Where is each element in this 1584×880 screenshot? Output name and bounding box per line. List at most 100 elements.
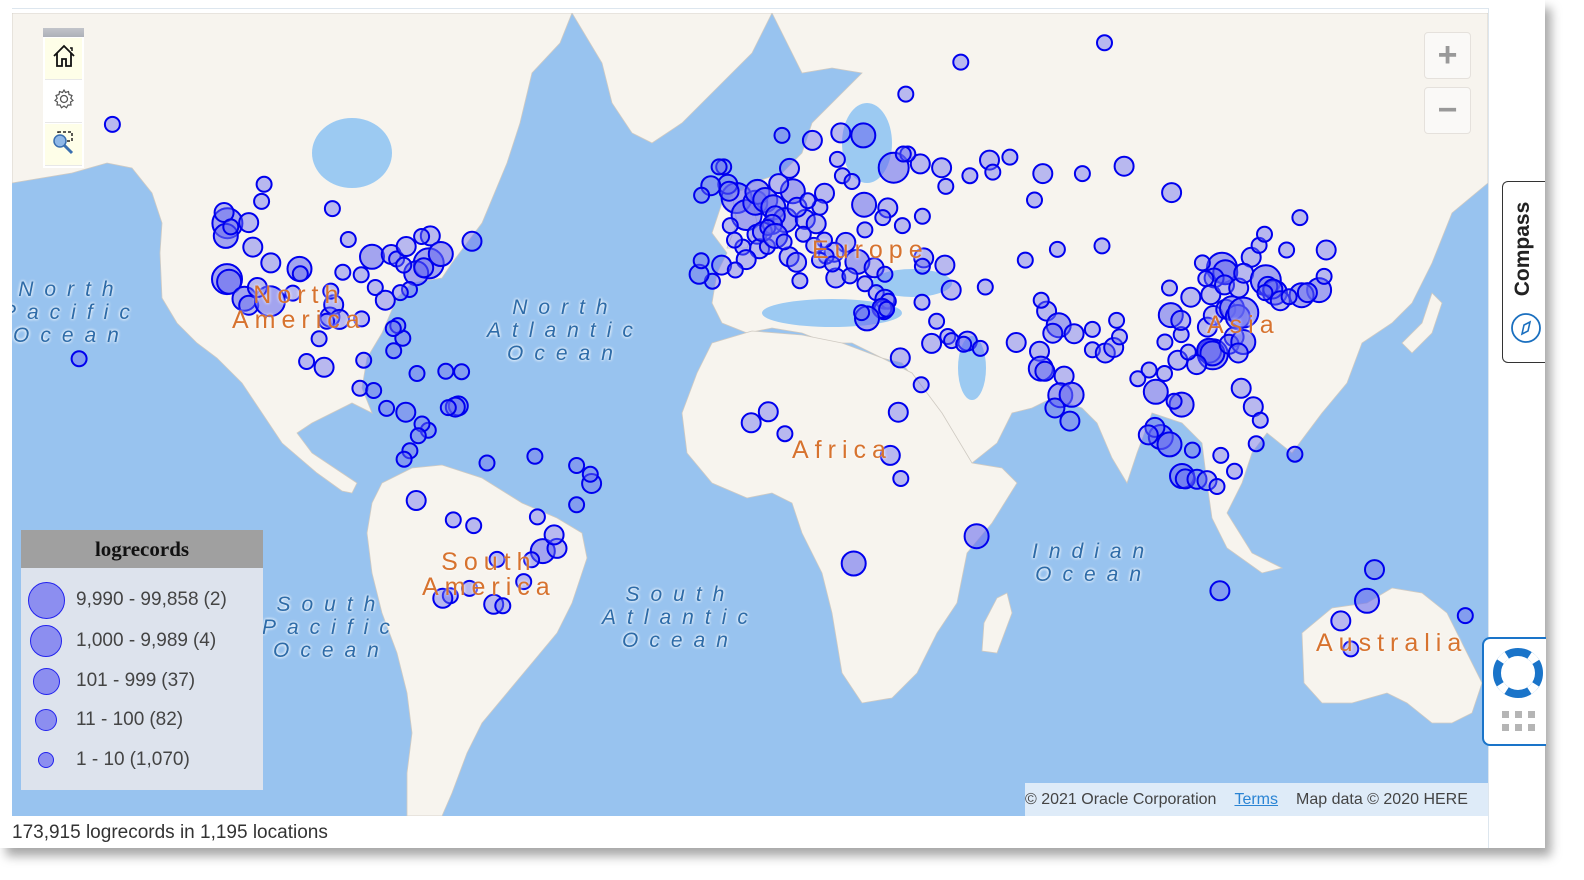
location-marker[interactable] <box>776 425 794 443</box>
location-marker[interactable] <box>439 399 457 417</box>
location-marker[interactable] <box>913 207 931 225</box>
location-marker[interactable] <box>963 523 990 550</box>
location-marker[interactable] <box>984 163 1002 181</box>
location-marker[interactable] <box>1044 397 1066 419</box>
location-marker[interactable] <box>1137 424 1159 446</box>
location-marker[interactable] <box>568 457 586 474</box>
location-marker[interactable] <box>253 192 271 210</box>
help-panel-tab[interactable] <box>1482 637 1546 746</box>
location-marker[interactable] <box>1108 311 1126 329</box>
location-marker[interactable] <box>934 254 956 276</box>
location-marker[interactable] <box>801 129 823 151</box>
location-marker[interactable] <box>1251 411 1269 429</box>
location-marker[interactable] <box>1256 284 1274 302</box>
location-marker[interactable] <box>384 320 402 337</box>
location-marker[interactable] <box>853 304 871 322</box>
location-marker[interactable] <box>255 175 273 193</box>
location-marker[interactable] <box>971 339 989 357</box>
location-marker[interactable] <box>461 230 483 252</box>
location-marker[interactable] <box>850 122 877 149</box>
location-marker[interactable] <box>1280 288 1298 306</box>
location-marker[interactable] <box>465 517 483 535</box>
location-marker[interactable] <box>1042 322 1064 344</box>
location-marker[interactable] <box>851 191 878 218</box>
home-button[interactable] <box>45 38 82 80</box>
location-marker[interactable] <box>395 450 413 468</box>
location-marker[interactable] <box>1032 291 1050 309</box>
location-marker[interactable] <box>1364 559 1385 581</box>
location-marker[interactable] <box>1330 610 1352 632</box>
location-marker[interactable] <box>955 335 973 353</box>
location-marker[interactable] <box>355 351 373 369</box>
location-marker[interactable] <box>710 158 728 176</box>
location-marker[interactable] <box>323 200 341 218</box>
location-marker[interactable] <box>912 376 930 394</box>
location-marker[interactable] <box>874 209 892 227</box>
location-marker[interactable] <box>1111 328 1128 346</box>
location-marker[interactable] <box>1247 435 1265 453</box>
location-marker[interactable] <box>913 293 931 311</box>
location-marker[interactable] <box>1032 163 1054 185</box>
location-marker[interactable] <box>1093 237 1111 255</box>
settings-button[interactable] <box>45 81 82 123</box>
location-marker[interactable] <box>841 267 859 285</box>
location-marker[interactable] <box>1170 309 1192 331</box>
location-marker[interactable] <box>581 465 599 483</box>
location-marker[interactable] <box>1193 254 1211 272</box>
location-marker[interactable] <box>779 157 800 179</box>
location-marker[interactable] <box>726 231 743 249</box>
location-marker[interactable] <box>740 412 762 434</box>
location-marker[interactable] <box>1183 441 1201 459</box>
location-marker[interactable] <box>1296 282 1318 304</box>
location-marker[interactable] <box>313 356 335 378</box>
location-marker[interactable] <box>334 263 352 281</box>
location-marker[interactable] <box>692 252 710 270</box>
location-marker[interactable] <box>365 382 383 399</box>
location-marker[interactable] <box>352 266 370 284</box>
location-marker[interactable] <box>391 284 409 302</box>
location-marker[interactable] <box>952 53 970 71</box>
location-marker[interactable] <box>976 278 994 296</box>
location-marker[interactable] <box>1140 361 1158 379</box>
location-marker[interactable] <box>437 362 455 380</box>
location-marker[interactable] <box>1208 478 1226 495</box>
location-marker[interactable] <box>921 332 943 354</box>
compass-panel-tab[interactable]: Compass <box>1502 181 1545 363</box>
location-marker[interactable] <box>1063 323 1085 345</box>
location-marker[interactable] <box>1034 360 1056 382</box>
location-marker[interactable] <box>887 401 909 423</box>
zoom-region-button[interactable] <box>45 124 82 166</box>
location-marker[interactable] <box>395 256 413 274</box>
location-marker[interactable] <box>894 145 912 163</box>
location-marker[interactable] <box>892 470 910 487</box>
location-marker[interactable] <box>1227 342 1249 364</box>
location-marker[interactable] <box>339 231 357 248</box>
location-marker[interactable] <box>359 243 385 270</box>
location-marker[interactable] <box>961 167 979 185</box>
location-marker[interactable] <box>830 122 852 144</box>
location-marker[interactable] <box>260 252 282 274</box>
location-marker[interactable] <box>1212 446 1230 464</box>
location-marker[interactable] <box>843 173 861 190</box>
location-marker[interactable] <box>799 192 817 210</box>
terms-link[interactable]: Terms <box>1234 791 1278 808</box>
location-marker[interactable] <box>876 265 894 283</box>
location-marker[interactable] <box>718 180 740 202</box>
location-marker[interactable] <box>791 272 809 290</box>
location-marker[interactable] <box>931 157 953 179</box>
location-marker[interactable] <box>889 347 911 369</box>
location-marker[interactable] <box>1156 333 1174 351</box>
location-marker[interactable] <box>757 401 779 423</box>
location-marker[interactable] <box>1315 267 1333 285</box>
location-marker[interactable] <box>1256 225 1273 243</box>
location-marker[interactable] <box>1354 587 1380 614</box>
location-marker[interactable] <box>413 257 435 279</box>
grid-icon[interactable] <box>1502 711 1536 738</box>
location-marker[interactable] <box>1156 365 1173 382</box>
location-marker[interactable] <box>568 496 586 514</box>
location-marker[interactable] <box>1016 251 1034 269</box>
location-marker[interactable] <box>1113 155 1135 177</box>
location-marker[interactable] <box>453 363 471 381</box>
toolbar-drag-handle[interactable] <box>43 28 84 37</box>
location-marker[interactable] <box>940 279 962 301</box>
